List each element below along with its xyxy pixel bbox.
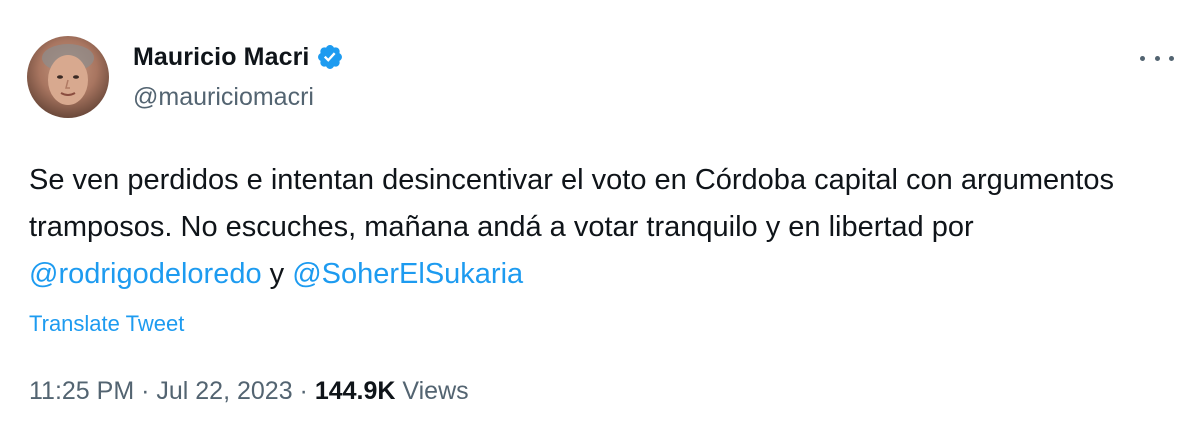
tweet-text-part2: y xyxy=(261,258,293,290)
tweet-metadata: 11:25 PM · Jul 22, 2023 · 144.9K Views xyxy=(29,377,469,406)
author-display-name[interactable]: Mauricio Macri xyxy=(133,43,309,72)
tweet-time[interactable]: 11:25 PM xyxy=(29,377,134,405)
tweet-text-part1: Se ven perdidos e intentan desincentivar… xyxy=(29,164,1114,243)
translate-tweet-link[interactable]: Translate Tweet xyxy=(29,311,184,337)
author-name-row: Mauricio Macri xyxy=(133,40,344,74)
more-dot xyxy=(1140,55,1145,61)
tweet-date[interactable]: Jul 22, 2023 xyxy=(156,377,292,405)
more-dot xyxy=(1169,55,1174,61)
mention-link-soherelsukaria[interactable]: @SoherElSukaria xyxy=(292,258,523,290)
tweet-card: Mauricio Macri @mauriciomacri Se ven per… xyxy=(0,0,1200,422)
verified-badge-icon xyxy=(316,43,344,71)
meta-separator: · xyxy=(134,377,157,405)
more-options-icon[interactable] xyxy=(1140,50,1174,66)
tweet-text: Se ven perdidos e intentan desincentivar… xyxy=(29,157,1179,298)
more-dot xyxy=(1154,55,1160,61)
meta-separator: · xyxy=(292,377,315,405)
author-handle[interactable]: @mauriciomacri xyxy=(133,83,314,112)
views-label: Views xyxy=(395,377,469,405)
views-count: 144.9K xyxy=(314,377,396,405)
mention-link-rodrigodeloredo[interactable]: @rodrigodeloredo xyxy=(29,258,262,290)
author-avatar[interactable] xyxy=(27,36,109,118)
avatar-photo-icon xyxy=(42,44,94,105)
